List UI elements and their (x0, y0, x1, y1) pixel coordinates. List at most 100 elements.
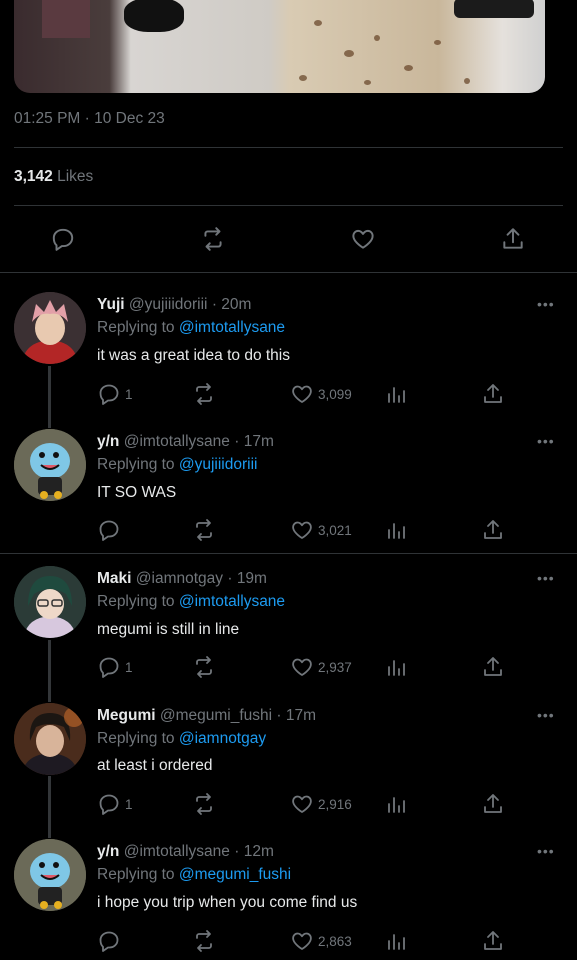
reply-icon (99, 931, 119, 952)
like-count: 3,021 (318, 522, 352, 538)
share-icon (484, 384, 502, 403)
avatar[interactable] (14, 703, 86, 775)
replying-to-mention[interactable]: @yujiiidoriii (179, 456, 258, 473)
replying-label: Replying to (97, 456, 175, 473)
tweet-photo[interactable] (14, 0, 545, 93)
reply-button[interactable]: 1 (97, 654, 133, 680)
avatar-image (14, 703, 86, 775)
share-button[interactable] (481, 381, 505, 407)
share-icon (484, 657, 502, 676)
divider (14, 147, 563, 148)
replying-label: Replying to (97, 593, 175, 610)
share-icon (484, 520, 502, 539)
like-count: 2,937 (318, 659, 352, 675)
handle[interactable]: @megumi_fushi (160, 707, 272, 724)
reply-header: y/n @imtotallysane · 12m (97, 843, 274, 860)
like-button[interactable]: 2,916 (290, 791, 352, 817)
retweet-icon (196, 519, 212, 541)
replying-to: Replying to @yujiiidoriii (97, 456, 257, 474)
analytics-button[interactable] (386, 381, 408, 407)
analytics-button[interactable] (386, 654, 408, 680)
avatar[interactable] (14, 429, 86, 501)
analytics-button[interactable] (386, 791, 408, 817)
retweet-button[interactable] (198, 224, 228, 254)
replying-to: Replying to @megumi_fushi (97, 866, 291, 884)
retweet-button[interactable] (191, 928, 217, 954)
thread-line (48, 776, 51, 838)
replying-to-mention[interactable]: @imtotallysane (179, 319, 285, 336)
like-button[interactable]: 2,937 (290, 654, 352, 680)
handle[interactable]: @imtotallysane (124, 843, 230, 860)
reply-button[interactable]: 1 (97, 791, 133, 817)
avatar-image (14, 429, 86, 501)
handle[interactable]: @yujiiidoriii (129, 296, 208, 313)
retweet-icon (196, 793, 212, 815)
photo-phone (454, 0, 534, 18)
replying-to-mention[interactable]: @iamnotgay (179, 730, 266, 747)
divider (14, 205, 563, 206)
share-button[interactable] (481, 654, 505, 680)
reply-button[interactable] (48, 224, 78, 254)
more-options-button[interactable]: ••• (537, 296, 555, 312)
like-button[interactable]: 3,099 (290, 381, 352, 407)
avatar[interactable] (14, 292, 86, 364)
share-button[interactable] (498, 224, 528, 254)
reply-time: 20m (221, 296, 252, 313)
more-options-button[interactable]: ••• (537, 433, 555, 449)
reply-text: at least i ordered (97, 757, 213, 774)
display-name[interactable]: y/n (97, 433, 119, 450)
display-name[interactable]: Yuji (97, 296, 125, 313)
like-count: 2,863 (318, 933, 352, 949)
retweet-button[interactable] (191, 654, 217, 680)
analytics-button[interactable] (386, 517, 408, 543)
retweet-button[interactable] (191, 381, 217, 407)
like-button[interactable]: 2,863 (290, 928, 352, 954)
more-options-button[interactable]: ••• (537, 570, 555, 586)
photo-card (42, 0, 90, 38)
reply-time: 17m (285, 707, 317, 724)
share-button[interactable] (481, 517, 505, 543)
share-icon (484, 931, 502, 950)
reply-text: it was a great idea to do this (97, 347, 291, 364)
handle[interactable]: @imtotallysane (124, 433, 230, 450)
retweet-button[interactable] (191, 791, 217, 817)
display-name[interactable]: Megumi (97, 707, 156, 724)
reply-button[interactable] (97, 517, 125, 543)
replying-to-mention[interactable]: @megumi_fushi (179, 866, 291, 883)
share-button[interactable] (481, 928, 505, 954)
divider (0, 553, 577, 554)
retweet-button[interactable] (191, 517, 217, 543)
replying-label: Replying to (97, 866, 175, 883)
thread-line (48, 640, 51, 702)
more-options-button[interactable]: ••• (537, 707, 555, 723)
reply-icon (99, 384, 119, 405)
reply-button[interactable]: 1 (97, 381, 133, 407)
photo-dark-object (124, 0, 184, 32)
avatar-image (14, 839, 86, 911)
more-options-button[interactable]: ••• (537, 843, 555, 859)
likes-label: Likes (57, 168, 94, 185)
analytics-icon (388, 523, 405, 539)
thread-line (48, 366, 51, 428)
retweet-icon (196, 656, 212, 678)
reply-count: 1 (125, 796, 133, 812)
reply-icon (52, 228, 74, 251)
display-name[interactable]: Maki (97, 570, 131, 587)
likes-summary[interactable]: 3,142 Likes (14, 168, 93, 186)
heart-icon (292, 658, 312, 676)
avatar[interactable] (14, 839, 86, 911)
divider (0, 272, 577, 273)
heart-icon (292, 385, 312, 403)
reply-icon (99, 794, 119, 815)
reply-button[interactable] (97, 928, 125, 954)
reply-header: Yuji @yujiiidoriii · 20m (97, 296, 252, 313)
like-button[interactable] (348, 224, 378, 254)
like-button[interactable]: 3,021 (290, 517, 352, 543)
replying-to-mention[interactable]: @imtotallysane (179, 593, 285, 610)
avatar[interactable] (14, 566, 86, 638)
avatar-image (14, 566, 86, 638)
analytics-button[interactable] (386, 928, 408, 954)
share-button[interactable] (481, 791, 505, 817)
handle[interactable]: @iamnotgay (136, 570, 223, 587)
display-name[interactable]: y/n (97, 843, 119, 860)
